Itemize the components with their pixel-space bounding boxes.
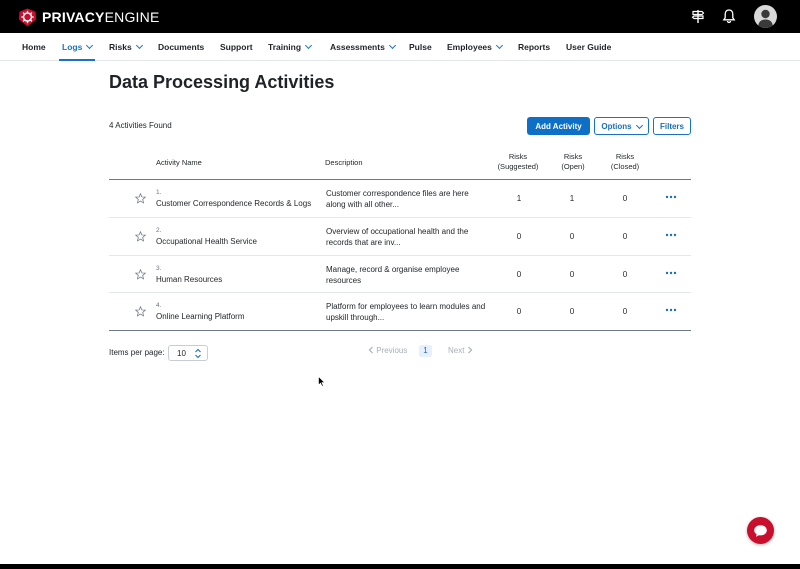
row-number: 4. [156, 302, 162, 309]
risks-suggested-value: 1 [516, 194, 522, 203]
column-header-risks-closed[interactable]: Risks (Closed) [604, 152, 646, 172]
avatar[interactable] [754, 5, 777, 28]
star-icon[interactable] [135, 306, 146, 317]
more-options-icon[interactable] [664, 193, 678, 201]
column-header-description[interactable]: Description [325, 158, 363, 168]
activity-name[interactable]: Occupational Health Service [156, 237, 257, 246]
risks-open-value: 0 [569, 269, 575, 279]
chevron-down-icon [635, 121, 643, 129]
star-icon[interactable] [135, 231, 146, 242]
activity-name[interactable]: Online Learning Platform [156, 312, 245, 321]
filters-button[interactable]: Filters [653, 117, 691, 135]
chevron-down-icon [135, 41, 143, 50]
nav-employees[interactable]: Employees [447, 33, 503, 61]
bell-icon[interactable] [721, 8, 737, 24]
items-per-page-select[interactable]: 10 [168, 345, 208, 361]
items-per-page-value: 10 [177, 349, 186, 358]
main-nav: Home Logs Risks Documents Support Traini… [0, 33, 800, 61]
activity-description: Platform for employees to learn modules … [326, 302, 486, 322]
risks-closed-value: 0 [622, 232, 628, 241]
column-header-risks-open[interactable]: Risks (Open) [552, 152, 594, 172]
risks-closed-value: 0 [622, 307, 628, 316]
add-activity-button[interactable]: Add Activity [527, 117, 590, 135]
risks-suggested-value: 0 [516, 269, 522, 279]
privacyengine-logo[interactable]: PRIVACYENGINE [18, 7, 160, 27]
table-row[interactable]: 4. Online Learning Platform Platform for… [109, 293, 691, 331]
items-per-page-label: Items per page: [109, 348, 165, 357]
column-header-risks-suggested[interactable]: Risks (Suggested) [492, 152, 544, 172]
risks-open-value: 1 [569, 194, 575, 203]
table-row[interactable]: 2. Occupational Health Service Overview … [109, 218, 691, 256]
nav-reports[interactable]: Reports [518, 33, 550, 61]
star-icon[interactable] [135, 268, 146, 280]
bottom-bar [0, 564, 800, 569]
more-options-icon[interactable] [664, 306, 678, 314]
results-count: 4 Activities Found [109, 121, 172, 130]
risks-suggested-value: 0 [516, 232, 522, 241]
more-options-icon[interactable] [664, 269, 678, 277]
nav-support[interactable]: Support [220, 33, 253, 61]
options-button[interactable]: Options [594, 117, 649, 135]
activity-description: Overview of occupational health and the … [326, 227, 469, 247]
nav-logs[interactable]: Logs [59, 33, 96, 61]
chevron-down-icon [388, 41, 396, 50]
page-title: Data Processing Activities [109, 72, 335, 92]
nav-user-guide[interactable]: User Guide [566, 33, 611, 61]
page-number-current[interactable]: 1 [419, 345, 432, 357]
chat-bubble-icon [754, 524, 767, 537]
column-header-activity-name[interactable]: Activity Name [156, 158, 202, 168]
table-row[interactable]: 1. Customer Correspondence Records & Log… [109, 180, 691, 218]
up-down-arrows-icon [195, 348, 201, 359]
chevron-down-icon [495, 41, 503, 50]
previous-page-button[interactable]: Previous [368, 346, 407, 355]
nav-risks[interactable]: Risks [109, 33, 143, 61]
risks-closed-value: 0 [622, 269, 628, 279]
risks-suggested-value: 0 [516, 307, 522, 316]
nav-documents[interactable]: Documents [158, 33, 204, 61]
activity-description: Customer correspondence files are here a… [326, 189, 469, 209]
nav-home[interactable]: Home [22, 33, 46, 61]
table-row[interactable]: 3. Human Resources Manage, record & orga… [109, 256, 691, 293]
chevron-left-icon [368, 346, 373, 354]
star-icon[interactable] [135, 193, 146, 204]
signpost-icon[interactable] [690, 8, 706, 24]
row-number: 2. [156, 227, 162, 234]
risks-open-value: 0 [569, 307, 575, 316]
mouse-cursor-icon [318, 376, 326, 387]
next-page-button[interactable]: Next [448, 346, 473, 355]
user-silhouette-icon [758, 9, 773, 28]
row-number: 1. [156, 189, 162, 196]
chevron-right-icon [467, 346, 473, 354]
chat-button[interactable] [747, 517, 774, 544]
logo-text: PRIVACYENGINE [42, 9, 160, 25]
logo-mark-icon [18, 7, 37, 27]
top-bar: PRIVACYENGINE [0, 0, 800, 33]
chevron-down-icon [305, 41, 313, 50]
chevron-down-icon [86, 41, 94, 50]
nav-pulse[interactable]: Pulse [409, 33, 432, 61]
row-number: 3. [156, 264, 162, 272]
nav-assessments[interactable]: Assessments [330, 33, 396, 61]
more-options-icon[interactable] [664, 231, 678, 239]
activity-name[interactable]: Human Resources [156, 275, 222, 284]
activity-description: Manage, record & organise employee resou… [326, 264, 460, 285]
risks-closed-value: 0 [622, 194, 628, 203]
risks-open-value: 0 [569, 232, 575, 241]
nav-training[interactable]: Training [268, 33, 313, 61]
activity-name[interactable]: Customer Correspondence Records & Logs [156, 199, 311, 208]
